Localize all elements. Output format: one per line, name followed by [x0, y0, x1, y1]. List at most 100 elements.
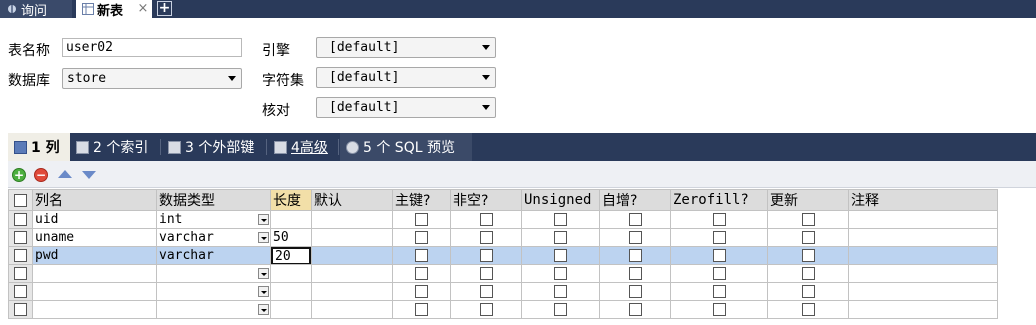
checkbox[interactable] — [628, 267, 642, 280]
checkbox[interactable] — [801, 249, 815, 262]
cell-column-name[interactable]: uname — [32, 228, 157, 247]
header-column-name[interactable]: 列名 — [32, 189, 157, 211]
table-row[interactable] — [8, 264, 998, 283]
charset-select[interactable]: [default] — [316, 67, 496, 88]
checkbox[interactable] — [479, 213, 493, 226]
cell-auto-increment[interactable] — [599, 282, 671, 301]
tab-foreign-keys[interactable]: 3 个外部键 — [162, 133, 266, 161]
cell-default[interactable] — [311, 228, 393, 247]
table-row[interactable] — [8, 282, 998, 301]
checkbox[interactable] — [554, 303, 567, 316]
cell-on-update[interactable] — [767, 228, 849, 247]
cell-on-update[interactable] — [767, 246, 849, 265]
checkbox[interactable] — [479, 303, 493, 316]
add-field-icon[interactable]: + — [12, 168, 26, 182]
checkbox[interactable] — [712, 303, 726, 316]
checkbox[interactable] — [801, 213, 815, 226]
row-select-checkbox[interactable] — [8, 264, 33, 283]
cell-data-type[interactable]: varchar — [156, 246, 271, 265]
cell-default[interactable] — [311, 300, 393, 319]
header-comment[interactable]: 注释 — [848, 189, 998, 211]
cell-not-null[interactable] — [450, 264, 522, 283]
checkbox[interactable] — [415, 213, 428, 226]
table-row[interactable] — [8, 300, 998, 319]
cell-default[interactable] — [311, 282, 393, 301]
cell-comment[interactable] — [848, 210, 998, 229]
cell-on-update[interactable] — [767, 264, 849, 283]
checkbox[interactable] — [801, 303, 815, 316]
checkbox[interactable] — [479, 249, 493, 262]
checkbox[interactable] — [712, 267, 726, 280]
checkbox[interactable] — [554, 285, 567, 298]
checkbox[interactable] — [801, 231, 815, 244]
header-on-update[interactable]: 更新 — [767, 189, 849, 211]
cell-on-update[interactable] — [767, 210, 849, 229]
header-zerofill[interactable]: Zerofill? — [670, 189, 768, 211]
cell-length[interactable] — [270, 210, 312, 229]
header-length[interactable]: 长度 — [270, 189, 312, 211]
checkbox[interactable] — [628, 231, 642, 244]
cell-length[interactable] — [270, 300, 312, 319]
cell-comment[interactable] — [848, 246, 998, 265]
dropdown-icon[interactable] — [258, 214, 269, 225]
cell-auto-increment[interactable] — [599, 300, 671, 319]
table-name-input[interactable]: user02 — [62, 38, 242, 57]
cell-data-type[interactable] — [156, 282, 271, 301]
cell-auto-increment[interactable] — [599, 228, 671, 247]
cell-unsigned[interactable] — [521, 300, 600, 319]
cell-unsigned[interactable] — [521, 228, 600, 247]
row-select-checkbox[interactable] — [8, 246, 33, 265]
cell-comment[interactable] — [848, 228, 998, 247]
checkbox[interactable] — [415, 231, 428, 244]
cell-not-null[interactable] — [450, 210, 522, 229]
header-data-type[interactable]: 数据类型 — [156, 189, 271, 211]
cell-unsigned[interactable] — [521, 264, 600, 283]
tab-query[interactable]: 询问 — [0, 0, 72, 19]
checkbox[interactable] — [554, 249, 567, 262]
cell-length[interactable] — [270, 282, 312, 301]
dropdown-icon[interactable] — [258, 268, 269, 279]
tab-advanced[interactable]: 4高级 — [268, 133, 338, 161]
checkbox[interactable] — [628, 249, 642, 262]
dropdown-icon[interactable] — [258, 286, 269, 297]
cell-primary-key[interactable] — [392, 264, 451, 283]
cell-auto-increment[interactable] — [599, 210, 671, 229]
table-row[interactable]: uname varchar 50 — [8, 228, 998, 247]
table-row[interactable]: uid int — [8, 210, 998, 229]
row-select-checkbox[interactable] — [8, 210, 33, 229]
checkbox[interactable] — [415, 303, 428, 316]
checkbox[interactable] — [628, 213, 642, 226]
cell-length-editing[interactable]: 20 — [270, 246, 312, 265]
checkbox[interactable] — [554, 231, 567, 244]
cell-length[interactable]: 50 — [270, 228, 312, 247]
cell-not-null[interactable] — [450, 300, 522, 319]
cell-data-type[interactable] — [156, 264, 271, 283]
cell-column-name[interactable] — [32, 300, 157, 319]
dropdown-icon[interactable] — [258, 232, 269, 243]
header-default[interactable]: 默认 — [311, 189, 393, 211]
checkbox[interactable] — [479, 267, 493, 280]
cell-auto-increment[interactable] — [599, 246, 671, 265]
database-select[interactable]: store — [62, 68, 242, 89]
collation-select[interactable]: [default] — [316, 97, 496, 118]
checkbox[interactable] — [415, 249, 428, 262]
add-tab-button[interactable]: + — [157, 1, 172, 16]
table-row-selected[interactable]: pwd varchar 20 — [8, 246, 998, 265]
checkbox[interactable] — [712, 231, 726, 244]
cell-data-type[interactable] — [156, 300, 271, 319]
cell-column-name[interactable]: pwd — [32, 246, 157, 265]
checkbox[interactable] — [712, 213, 726, 226]
cell-comment[interactable] — [848, 282, 998, 301]
checkbox[interactable] — [628, 303, 642, 316]
row-select-checkbox[interactable] — [8, 228, 33, 247]
cell-zerofill[interactable] — [670, 264, 768, 283]
cell-unsigned[interactable] — [521, 246, 600, 265]
cell-length[interactable] — [270, 264, 312, 283]
cell-unsigned[interactable] — [521, 282, 600, 301]
cell-not-null[interactable] — [450, 246, 522, 265]
checkbox[interactable] — [554, 267, 567, 280]
cell-column-name[interactable] — [32, 282, 157, 301]
checkbox[interactable] — [479, 231, 493, 244]
cell-column-name[interactable]: uid — [32, 210, 157, 229]
cell-auto-increment[interactable] — [599, 264, 671, 283]
